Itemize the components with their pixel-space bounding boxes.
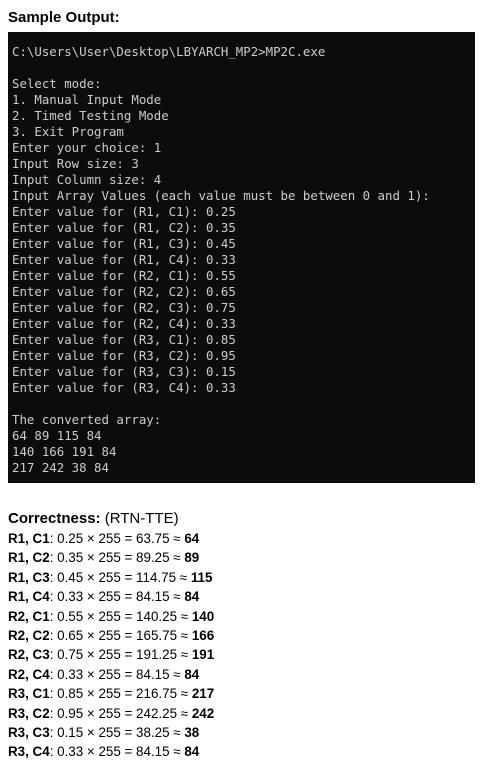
correctness-row: R3, C4: 0.33 × 255 = 84.15 ≈ 84 (8, 742, 214, 761)
result: 89 (184, 550, 200, 566)
console-line: Enter value for (R1, C3): 0.45 (12, 236, 236, 251)
console-line: Enter value for (R1, C2): 0.35 (12, 220, 236, 235)
cell-label: R3, C3 (8, 724, 50, 740)
console-line: Enter value for (R1, C4): 0.33 (12, 252, 236, 267)
console-line: The converted array: (12, 412, 162, 427)
result: 242 (191, 705, 215, 721)
formula: : 0.25 × 255 = 63.75 ≈ (49, 531, 185, 546)
console-line: Input Column size: 4 (12, 172, 162, 187)
correctness-row: R2, C2: 0.65 × 255 = 165.75 ≈ 166 (8, 626, 214, 645)
console-line: Input Row size: 3 (12, 156, 139, 171)
console-line: 140 166 191 84 (12, 444, 117, 459)
console-line: 2. Timed Testing Mode (12, 108, 169, 123)
console-line: Enter value for (R1, C1): 0.25 (12, 204, 236, 219)
cell-label: R3, C1 (8, 686, 50, 702)
cell-label: R1, C2 (8, 550, 50, 566)
correctness-row: R3, C1: 0.85 × 255 = 216.75 ≈ 217 (8, 684, 214, 703)
correctness-row: R2, C3: 0.75 × 255 = 191.25 ≈ 191 (8, 645, 214, 664)
correctness-section: Correctness: (RTN-TTE) R1, C1: 0.25 × 25… (8, 509, 214, 762)
console-line: Enter value for (R2, C3): 0.75 (12, 300, 236, 315)
cell-label: R3, C4 (8, 744, 50, 760)
result: 84 (184, 666, 200, 682)
result: 217 (191, 686, 215, 702)
console-line: Enter value for (R2, C4): 0.33 (12, 316, 236, 331)
correctness-label: Correctness: (8, 510, 101, 527)
correctness-row: R1, C2: 0.35 × 255 = 89.25 ≈ 89 (8, 548, 214, 567)
console-line: Enter value for (R2, C2): 0.65 (12, 284, 236, 299)
formula: : 0.35 × 255 = 89.25 ≈ (49, 550, 185, 566)
correctness-row: R1, C3: 0.45 × 255 = 114.75 ≈ 115 (8, 568, 214, 587)
formula: : 0.75 × 255 = 191.25 ≈ (49, 647, 192, 663)
console-line: 217 242 38 84 (12, 460, 109, 475)
console-line: Enter your choice: 1 (12, 140, 162, 155)
cell-label: R1, C1 (8, 531, 50, 546)
cell-label: R1, C3 (8, 569, 50, 585)
formula: : 0.33 × 255 = 84.15 ≈ (49, 744, 185, 760)
correctness-row: R1, C1: 0.25 × 255 = 63.75 ≈ 64 (8, 529, 214, 548)
console-line: 3. Exit Program (12, 124, 124, 139)
cell-label: R2, C3 (8, 647, 50, 663)
formula: : 0.65 × 255 = 165.75 ≈ (49, 627, 192, 643)
formula: : 0.55 × 255 = 140.25 ≈ (49, 608, 192, 624)
console-line: Enter value for (R3, C1): 0.85 (12, 332, 236, 347)
result: 84 (184, 589, 200, 605)
cell-label: R2, C2 (8, 627, 50, 643)
correctness-row: R3, C2: 0.95 × 255 = 242.25 ≈ 242 (8, 704, 214, 723)
console-line: Enter value for (R2, C1): 0.55 (12, 268, 236, 283)
page: { "heading": "Sample Output:", "console"… (0, 0, 491, 761)
formula: : 0.33 × 255 = 84.15 ≈ (49, 589, 185, 605)
correctness-method: (RTN-TTE) (100, 510, 179, 527)
console-line: Enter value for (R3, C4): 0.33 (12, 380, 236, 395)
formula: : 0.15 × 255 = 38.25 ≈ (49, 724, 185, 740)
formula: : 0.45 × 255 = 114.75 ≈ (49, 569, 191, 585)
correctness-row: R2, C1: 0.55 × 255 = 140.25 ≈ 140 (8, 607, 214, 626)
console-line: 1. Manual Input Mode (12, 92, 162, 107)
result: 84 (184, 744, 200, 760)
cell-label: R1, C4 (8, 589, 50, 605)
sample-output-heading: Sample Output: (8, 9, 120, 26)
correctness-row: R2, C4: 0.33 × 255 = 84.15 ≈ 84 (8, 665, 214, 684)
console-window: C:\Users\User\Desktop\LBYARCH_MP2>MP2C.e… (8, 32, 475, 483)
console-line: Enter value for (R3, C2): 0.95 (12, 348, 236, 363)
console-line: 64 89 115 84 (12, 428, 102, 443)
formula: : 0.33 × 255 = 84.15 ≈ (49, 666, 185, 682)
formula: : 0.95 × 255 = 242.25 ≈ (49, 705, 192, 721)
correctness-row: R1, C4: 0.33 × 255 = 84.15 ≈ 84 (8, 587, 214, 606)
cell-label: R3, C2 (8, 705, 50, 721)
cell-label: R2, C1 (8, 608, 50, 624)
console-line: Select mode: (12, 76, 102, 91)
result: 140 (191, 608, 215, 624)
console-line: Input Array Values (each value must be b… (12, 188, 430, 203)
result: 38 (184, 724, 200, 740)
result: 191 (191, 647, 215, 663)
console-line: Enter value for (R3, C3): 0.15 (12, 364, 236, 379)
console-line: C:\Users\User\Desktop\LBYARCH_MP2>MP2C.e… (12, 44, 326, 59)
result: 115 (190, 569, 213, 585)
result: 64 (184, 531, 200, 546)
formula: : 0.85 × 255 = 216.75 ≈ (49, 686, 192, 702)
correctness-title: Correctness: (RTN-TTE) (8, 509, 214, 528)
cell-label: R2, C4 (8, 666, 50, 682)
correctness-row: R3, C3: 0.15 × 255 = 38.25 ≈ 38 (8, 723, 214, 742)
result: 166 (191, 627, 215, 643)
